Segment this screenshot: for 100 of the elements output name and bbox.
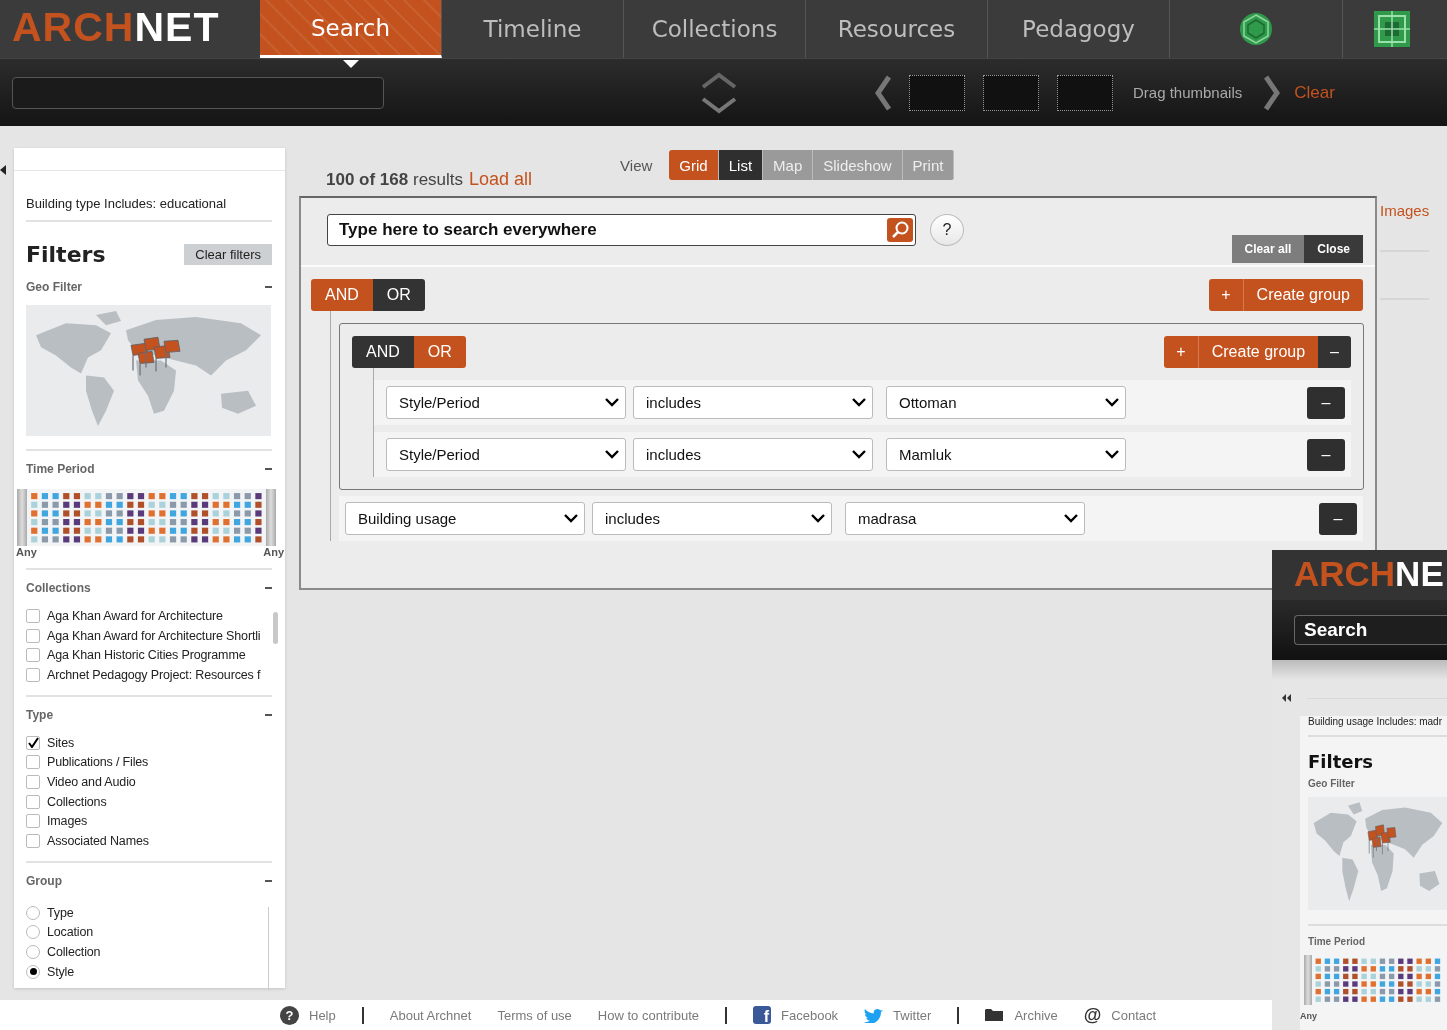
load-all-link[interactable]: Load all xyxy=(469,169,533,190)
checkbox[interactable] xyxy=(26,774,40,789)
dropdown[interactable]: Ottoman xyxy=(886,386,1126,419)
section-title: Collections xyxy=(26,581,91,595)
search-icon[interactable] xyxy=(887,218,913,242)
folder-icon xyxy=(985,1008,1005,1022)
radio-button[interactable] xyxy=(26,945,40,960)
checkbox[interactable] xyxy=(26,628,40,643)
conjunction-toggle[interactable]: AND xyxy=(311,279,373,311)
range-start-label: Any xyxy=(1300,1011,1317,1021)
add-button[interactable]: + xyxy=(1164,336,1198,368)
option-label: Collections xyxy=(47,794,107,809)
section-title: Group xyxy=(26,873,62,888)
conjunction-toggle[interactable]: OR xyxy=(413,336,466,368)
chevron-down-icon xyxy=(1105,398,1119,407)
radio-button[interactable] xyxy=(26,964,40,979)
archnet-logo: ARCHNE xyxy=(1272,550,1447,600)
images-link[interactable]: Images xyxy=(1380,202,1430,252)
footer-link[interactable]: Terms of use xyxy=(497,1007,572,1023)
chevron-down-icon xyxy=(1105,450,1119,459)
pattern-icon[interactable] xyxy=(1372,10,1411,48)
view-option-button[interactable]: Grid xyxy=(669,150,719,180)
active-filter: Building type Includes: educational xyxy=(26,192,272,222)
clear-filters-button[interactable]: Clear filters xyxy=(184,244,272,265)
range-handle[interactable] xyxy=(17,489,27,546)
help-icon: ? xyxy=(280,1005,299,1025)
bird-icon xyxy=(864,1007,884,1023)
option-label: Video and Audio xyxy=(47,774,136,789)
search-input[interactable] xyxy=(12,76,384,109)
checkbox[interactable] xyxy=(26,814,40,829)
clear-link[interactable]: Clear xyxy=(1294,82,1335,103)
create-group-button[interactable]: Create group xyxy=(1242,279,1363,311)
dropdown[interactable]: includes xyxy=(633,438,873,471)
dropdown[interactable]: includes xyxy=(633,386,873,419)
dropdown[interactable]: madrasa xyxy=(845,502,1085,535)
remove-rule-button[interactable]: – xyxy=(1307,438,1345,471)
active-filter: Building usage Includes: madr xyxy=(1308,716,1447,737)
search-field[interactable]: Type here to search everywhere xyxy=(327,214,916,246)
chevron-left-icon[interactable] xyxy=(875,74,891,111)
collapse-section-icon[interactable] xyxy=(265,713,272,716)
chevron-down-icon xyxy=(1064,514,1078,523)
radio-button[interactable] xyxy=(26,905,40,920)
checkbox[interactable] xyxy=(26,608,40,623)
ornament-icon[interactable] xyxy=(1238,11,1274,47)
range-handle[interactable] xyxy=(266,489,276,546)
remove-group-button[interactable]: – xyxy=(1318,336,1351,368)
conjunction-toggle[interactable]: AND xyxy=(352,336,414,368)
option-label: Images xyxy=(47,814,88,829)
view-option-button[interactable]: List xyxy=(718,150,764,180)
footer-link[interactable]: Help xyxy=(309,1007,336,1023)
double-arrow-icon xyxy=(1282,694,1291,702)
footer-link[interactable]: Facebook xyxy=(781,1007,839,1023)
remove-rule-button[interactable]: – xyxy=(1319,502,1357,535)
footer-link[interactable]: About Archnet xyxy=(389,1007,472,1023)
option-label: Aga Khan Award for Architecture Shortli xyxy=(47,628,261,643)
dropdown[interactable]: includes xyxy=(592,502,832,535)
radio-button[interactable] xyxy=(26,925,40,940)
checkbox[interactable] xyxy=(26,755,40,770)
dropdown[interactable]: Building usage xyxy=(345,502,585,535)
help-button[interactable]: ? xyxy=(930,214,964,246)
range-start-label: Any xyxy=(16,546,37,558)
remove-rule-button[interactable]: – xyxy=(1307,386,1345,419)
chevron-down-icon xyxy=(564,514,578,523)
create-group-button[interactable]: Create group xyxy=(1197,336,1319,368)
footer-link[interactable]: How to contribute xyxy=(597,1007,699,1023)
dropdown[interactable]: Style/Period xyxy=(386,438,626,471)
chevron-down-icon xyxy=(605,450,619,459)
checkbox[interactable] xyxy=(26,648,40,663)
scrollbar-thumb[interactable] xyxy=(273,612,278,644)
dropdown[interactable]: Mamluk xyxy=(886,438,1126,471)
close-button[interactable]: Close xyxy=(1304,235,1363,263)
collapse-section-icon[interactable] xyxy=(265,879,272,882)
footer-link[interactable]: Twitter xyxy=(893,1007,932,1023)
nav-tab[interactable]: Search xyxy=(260,0,442,58)
option-label: Style xyxy=(47,964,75,979)
drag-hint: Drag thumbnails xyxy=(1133,84,1243,101)
archnet-logo[interactable]: ARCHNET xyxy=(0,0,260,58)
checkbox[interactable] xyxy=(26,735,40,750)
option-label: Sites xyxy=(47,735,75,750)
facebook-icon: f xyxy=(753,1006,771,1024)
dropdown[interactable]: Style/Period xyxy=(386,386,626,419)
checkbox[interactable] xyxy=(26,667,40,682)
footer-link[interactable]: Contact xyxy=(1111,1007,1157,1023)
chevron-right-icon[interactable] xyxy=(1264,74,1281,111)
thumbnail-slot xyxy=(1057,74,1113,111)
option-label: Type xyxy=(47,905,74,920)
collapse-icon[interactable] xyxy=(0,165,6,175)
checkbox[interactable] xyxy=(26,794,40,809)
checkbox[interactable] xyxy=(26,834,40,849)
footer-link[interactable]: Archive xyxy=(1014,1007,1058,1023)
view-label: View xyxy=(620,156,653,174)
add-button[interactable]: + xyxy=(1209,279,1243,311)
option-label: Aga Khan Historic Cities Programme xyxy=(47,648,246,663)
thumbnail-slot xyxy=(909,74,965,111)
chevron-down-icon xyxy=(852,398,866,407)
section-title: Geo Filter xyxy=(26,280,82,294)
chevron-down-icon xyxy=(605,398,619,407)
clear-all-button[interactable]: Clear all xyxy=(1231,235,1305,263)
option-label: Archnet Pedagogy Project: Resources f xyxy=(47,667,261,682)
conjunction-toggle[interactable]: OR xyxy=(372,279,425,311)
